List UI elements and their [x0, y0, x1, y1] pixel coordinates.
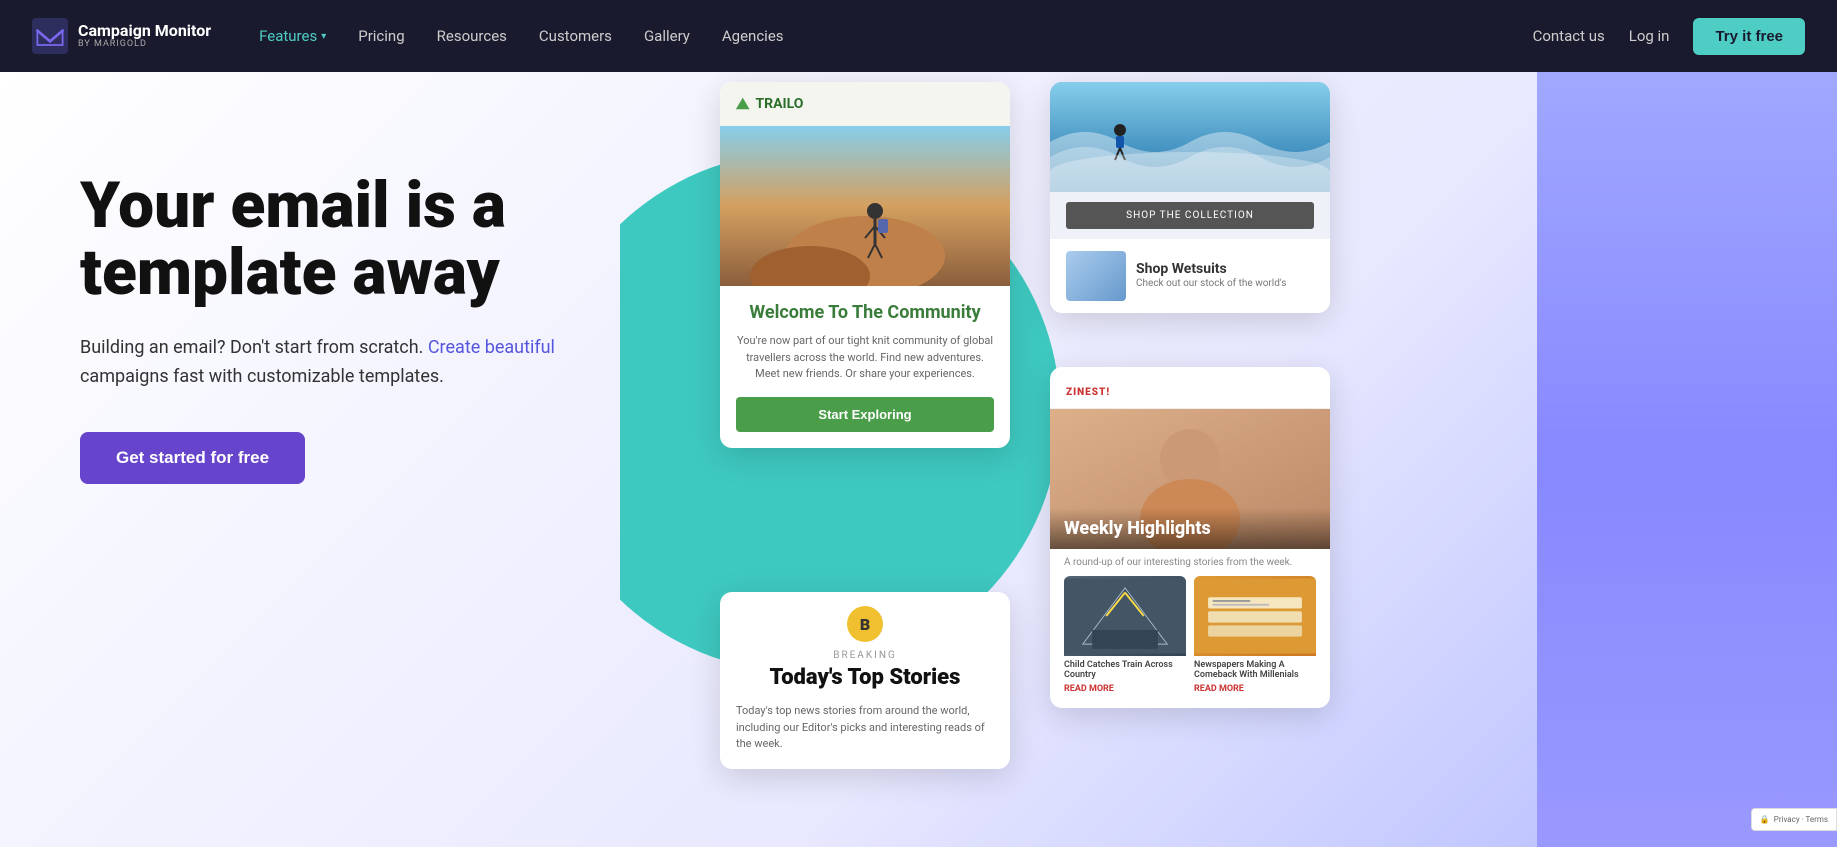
- trailo-email-card: ⛰ TRAILO: [720, 82, 1010, 448]
- hero-left: Your email is a template away Building a…: [0, 72, 620, 544]
- nav-gallery[interactable]: Gallery: [644, 27, 690, 45]
- news-badge: B: [847, 606, 883, 642]
- wetsuits-product-row: Shop Wetsuits Check out our stock of the…: [1050, 239, 1330, 313]
- wetsuit-product-text: Shop Wetsuits Check out our stock of the…: [1136, 261, 1286, 291]
- navigation: Campaign Monitor by MARIGOLD Features ▾ …: [0, 0, 1837, 72]
- trailo-header: ⛰ TRAILO: [720, 82, 1010, 126]
- recaptcha-badge: 🔒 Privacy · Terms: [1751, 808, 1837, 831]
- wetsuit-product-desc: Check out our stock of the world's: [1136, 277, 1286, 291]
- get-started-button[interactable]: Get started for free: [80, 432, 305, 484]
- wetsuits-hero-image: [1050, 82, 1330, 192]
- wetsuit-product-image: [1066, 251, 1126, 301]
- zinest-image-1: [1064, 576, 1186, 656]
- hero-right: ⛰ TRAILO: [620, 72, 1837, 847]
- news-text: Today's top news stories from around the…: [720, 703, 1010, 769]
- zinest-email-card: ZINEST!: [1050, 367, 1330, 708]
- trailo-logo: ⛰ TRAILO: [736, 94, 803, 114]
- brand-name: Campaign Monitor: [78, 22, 211, 40]
- try-it-free-button[interactable]: Try it free: [1693, 18, 1805, 55]
- email-cards: ⛰ TRAILO: [620, 72, 1837, 847]
- zinest-read-more-2[interactable]: READ MORE: [1194, 684, 1316, 694]
- recaptcha-icon: 🔒: [1760, 815, 1770, 824]
- nav-customers[interactable]: Customers: [539, 27, 612, 45]
- nav-agencies[interactable]: Agencies: [722, 27, 784, 45]
- zinest-item-1: Child Catches Train Across Country READ …: [1064, 576, 1186, 694]
- trailo-body: Welcome To The Community You're now part…: [720, 286, 1010, 448]
- zinest-caption-1: Child Catches Train Across Country: [1064, 656, 1186, 684]
- wave-overlay: [1050, 152, 1330, 192]
- shop-collection-button[interactable]: SHOP THE COLLECTION: [1066, 202, 1314, 229]
- news-title: Today's Top Stories: [720, 665, 1010, 703]
- trailo-heading: Welcome To The Community: [736, 302, 994, 323]
- hero-section: Your email is a template away Building a…: [0, 72, 1837, 847]
- hero-title: Your email is a template away: [80, 172, 560, 306]
- news-breaking-label: BREAKING: [720, 642, 1010, 665]
- nav-pricing[interactable]: Pricing: [358, 27, 404, 45]
- zinest-image-2: [1194, 576, 1316, 656]
- zinest-header: ZINEST!: [1050, 367, 1330, 409]
- logo[interactable]: Campaign Monitor by MARIGOLD: [32, 18, 211, 54]
- mountain-icon: ⛰: [736, 94, 749, 114]
- news-email-card: B BREAKING Today's Top Stories Today's t…: [720, 592, 1010, 769]
- recaptcha-label: Privacy · Terms: [1774, 815, 1828, 824]
- wetsuit-product-title: Shop Wetsuits: [1136, 261, 1286, 277]
- trailo-image: [720, 126, 1010, 286]
- zinest-hero-image: Weekly Highlights: [1050, 409, 1330, 549]
- nav-features[interactable]: Features ▾: [259, 27, 326, 45]
- nav-right: Contact us Log in Try it free: [1533, 18, 1805, 55]
- zinest-grid: Child Catches Train Across Country READ …: [1050, 576, 1330, 708]
- wetsuits-btn-row: SHOP THE COLLECTION: [1050, 192, 1330, 239]
- zinest-tagline: A round-up of our interesting stories fr…: [1050, 549, 1330, 576]
- zinest-item-2: Newspapers Making A Comeback With Millen…: [1194, 576, 1316, 694]
- chevron-down-icon: ▾: [321, 31, 326, 42]
- zinest-read-more-1[interactable]: READ MORE: [1064, 684, 1186, 694]
- zinest-caption-2: Newspapers Making A Comeback With Millen…: [1194, 656, 1316, 684]
- nav-links: Features ▾ Pricing Resources Customers G…: [259, 27, 1532, 45]
- zinest-hero-label: Weekly Highlights: [1064, 518, 1316, 539]
- zinest-hero-overlay: Weekly Highlights: [1050, 508, 1330, 549]
- wetsuits-email-card: SHOP THE COLLECTION Shop Wetsuits Check …: [1050, 82, 1330, 313]
- nav-login[interactable]: Log in: [1629, 27, 1670, 45]
- brand-sub: by MARIGOLD: [78, 40, 211, 50]
- start-exploring-button[interactable]: Start Exploring: [736, 397, 994, 432]
- nav-contact[interactable]: Contact us: [1533, 27, 1605, 45]
- nav-resources[interactable]: Resources: [437, 27, 507, 45]
- zinest-logo: ZINEST!: [1066, 379, 1314, 400]
- trailo-text: You're now part of our tight knit commun…: [736, 333, 994, 383]
- hero-link[interactable]: Create beautiful: [428, 337, 555, 358]
- hero-subtitle: Building an email? Don't start from scra…: [80, 334, 560, 392]
